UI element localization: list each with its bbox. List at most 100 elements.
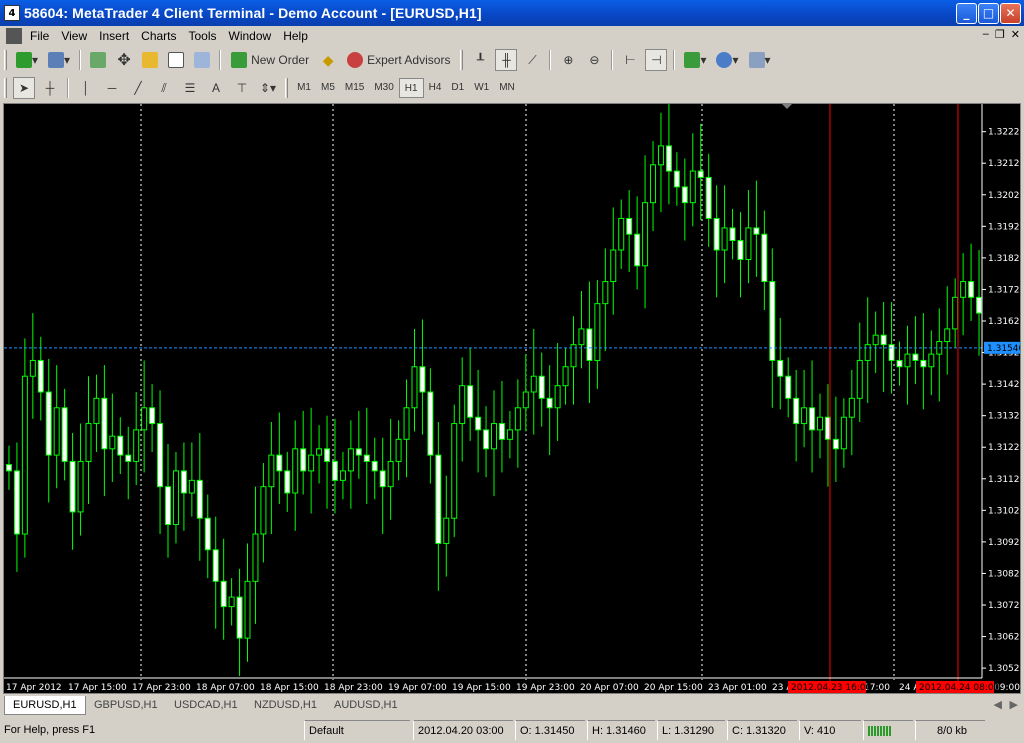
profiles-icon[interactable]: ▾: [45, 49, 73, 71]
chart-tabs: EURUSD,H1 GBPUSD,H1 USDCAD,H1 NZDUSD,H1 …: [0, 695, 1024, 717]
data-window-icon[interactable]: ✥: [113, 49, 135, 71]
menu-file[interactable]: File: [24, 29, 55, 43]
menu-view[interactable]: View: [55, 29, 93, 43]
strategy-tester-icon[interactable]: [191, 49, 213, 71]
price-tick-label: 1.30925: [988, 538, 1020, 548]
menu-charts[interactable]: Charts: [135, 29, 182, 43]
candle-body: [634, 233, 641, 267]
navigator-icon[interactable]: [139, 49, 161, 71]
menu-window[interactable]: Window: [223, 29, 278, 43]
menu-tools[interactable]: Tools: [183, 29, 223, 43]
periods-icon[interactable]: ▾: [713, 49, 741, 71]
timeframe-w1[interactable]: W1: [469, 78, 494, 98]
new-chart-icon[interactable]: ▾: [13, 49, 41, 71]
candle-body: [387, 460, 394, 488]
market-watch-icon[interactable]: [87, 49, 109, 71]
tab-nzdusd[interactable]: NZDUSD,H1: [246, 696, 325, 715]
zoom-in-icon[interactable]: ⊕: [557, 49, 579, 71]
candle-body: [538, 375, 545, 399]
trendline-icon[interactable]: ╱: [127, 77, 149, 99]
toolbar-grip: [4, 78, 7, 98]
status-time: 2012.04.20 03:00: [413, 720, 513, 740]
text-icon[interactable]: A: [205, 77, 227, 99]
auto-scroll-icon[interactable]: ⊢: [619, 49, 641, 71]
candle-body: [284, 470, 291, 494]
candle-body: [530, 375, 537, 393]
vertical-line-icon[interactable]: │: [75, 77, 97, 99]
connection-status-icon[interactable]: [863, 720, 913, 740]
toolbar-separator: [67, 78, 69, 98]
text-label-icon[interactable]: ⊤: [231, 77, 253, 99]
indicators-icon[interactable]: ▾: [681, 49, 709, 71]
candle-body: [77, 460, 84, 513]
candle-body: [546, 397, 553, 409]
time-tick-label: 20 Apr 15:00: [644, 683, 703, 693]
candle-body: [244, 580, 251, 639]
line-chart-icon[interactable]: ⟋: [521, 49, 543, 71]
menu-insert[interactable]: Insert: [93, 29, 135, 43]
tab-usdcad[interactable]: USDCAD,H1: [166, 696, 246, 715]
candle-body: [61, 407, 68, 462]
timeframe-h1[interactable]: H1: [398, 78, 424, 98]
tab-eurusd[interactable]: EURUSD,H1: [4, 696, 86, 715]
candle-body: [459, 385, 466, 425]
tab-scroll-right-icon[interactable]: ▶: [1010, 698, 1018, 711]
candle-body: [880, 334, 887, 346]
candle-body: [451, 423, 458, 519]
price-tick-label: 1.32225: [988, 128, 1020, 138]
candle-body: [840, 416, 847, 450]
chart-canvas[interactable]: 1.32225 1.32125 1.32025 1.31925 1.31825 1.317…: [4, 103, 1024, 693]
toolbar-separator: [219, 50, 222, 70]
tab-audusd[interactable]: AUDUSD,H1: [326, 696, 406, 715]
templates-icon[interactable]: ▾: [746, 49, 774, 71]
status-bar: For Help, press F1 Default 2012.04.20 03…: [0, 719, 1024, 742]
arrows-icon[interactable]: ⇕▾: [257, 77, 279, 99]
candle-body: [363, 454, 370, 462]
minimize-button[interactable]: _: [956, 3, 977, 24]
candle-body: [125, 454, 132, 462]
toolbar-separator: [673, 50, 676, 70]
timeframe-m5[interactable]: M5: [316, 78, 340, 98]
candle-body: [657, 145, 664, 166]
price-chart[interactable]: 1.32225 1.32125 1.32025 1.31925 1.31825 1.317…: [3, 103, 1024, 694]
tab-gbpusd[interactable]: GBPUSD,H1: [86, 696, 166, 715]
candle-body: [252, 533, 259, 582]
metatrader-app-icon: 4: [4, 5, 20, 21]
candle-body: [809, 407, 816, 431]
mdi-restore-icon[interactable]: ❐: [995, 28, 1005, 41]
equidistant-channel-icon[interactable]: ⫽: [153, 77, 175, 99]
terminal-icon[interactable]: [165, 49, 187, 71]
zoom-out-icon[interactable]: ⊖: [583, 49, 605, 71]
mdi-close-icon[interactable]: ✕: [1011, 28, 1020, 41]
time-tick-label: 19 Apr 23:00: [516, 683, 575, 693]
metaeditor-icon[interactable]: ◆: [317, 49, 339, 71]
close-button[interactable]: ✕: [1000, 3, 1021, 24]
maximize-button[interactable]: □: [978, 3, 999, 24]
candle-body: [85, 423, 92, 462]
candle-body: [21, 375, 28, 535]
timeframe-d1[interactable]: D1: [446, 78, 469, 98]
chart-shift-icon[interactable]: ⊣: [645, 49, 668, 71]
candlestick-chart-icon[interactable]: ╫: [495, 49, 518, 71]
candle-body: [928, 353, 935, 368]
candle-body: [165, 486, 171, 526]
timeframe-mn[interactable]: MN: [494, 78, 520, 98]
menu-help[interactable]: Help: [277, 29, 314, 43]
cursor-icon[interactable]: ➤: [13, 77, 35, 99]
crosshair-icon[interactable]: ┼: [39, 77, 61, 99]
price-tick-label: 1.31225: [988, 443, 1020, 453]
bar-chart-icon[interactable]: ┸: [469, 49, 491, 71]
timeframe-h4[interactable]: H4: [424, 78, 447, 98]
mdi-minimize-icon[interactable]: ‒: [983, 28, 989, 41]
new-order-button[interactable]: New Order: [227, 49, 313, 71]
candle-body: [586, 328, 593, 361]
candle-body: [109, 435, 116, 450]
timeframe-m1[interactable]: M1: [292, 78, 316, 98]
horizontal-line-icon[interactable]: ─: [101, 77, 123, 99]
fibonacci-icon[interactable]: ☰: [179, 77, 201, 99]
expert-advisors-button[interactable]: Expert Advisors: [343, 49, 454, 71]
timeframe-m15[interactable]: M15: [340, 78, 369, 98]
tab-scroll-left-icon[interactable]: ◀: [994, 698, 1002, 711]
candle-body: [347, 448, 354, 472]
timeframe-m30[interactable]: M30: [369, 78, 398, 98]
